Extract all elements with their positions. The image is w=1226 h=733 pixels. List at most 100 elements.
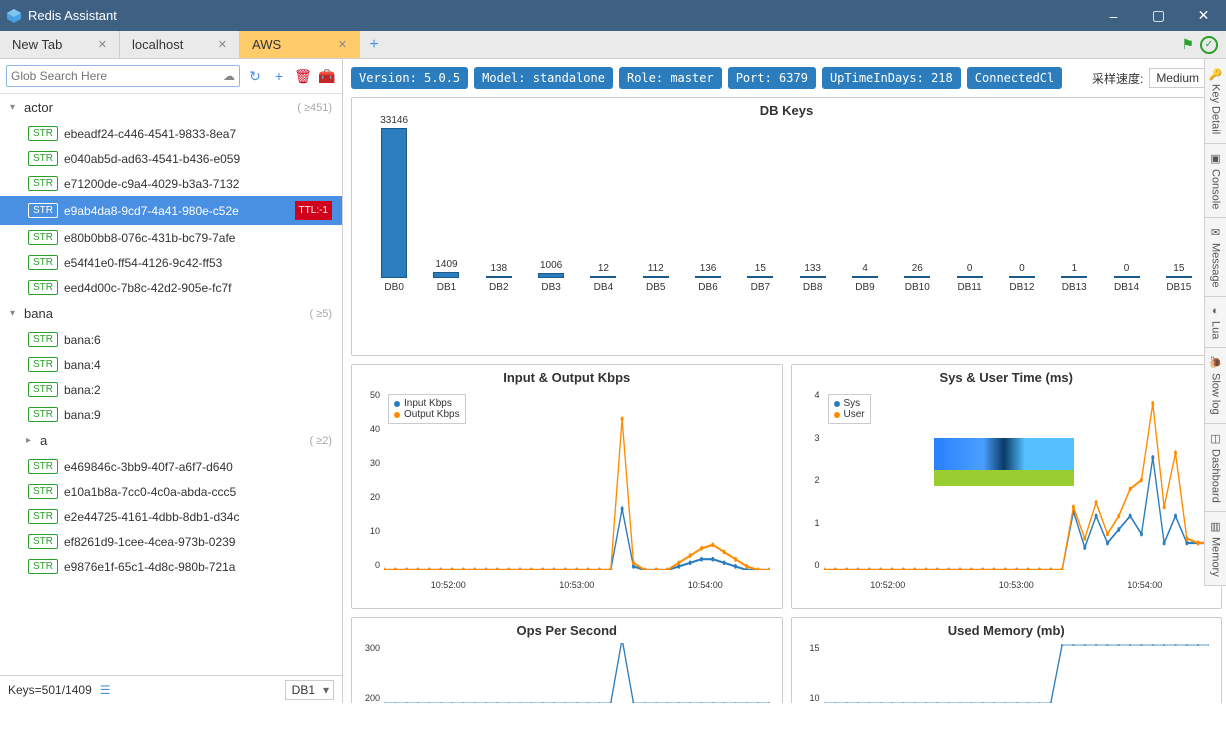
bar-value: 1006 [540,260,562,271]
bar-rect [381,128,407,278]
sidetab-label: Console [1210,169,1222,209]
tab-label: New Tab [12,37,62,52]
bar-label: DB2 [489,282,508,293]
tree-item[interactable]: STRe80b0bb8-076c-431b-bc79-7afe [0,225,342,250]
tab-label: AWS [252,37,281,52]
sidetab-icon: 🐌 [1209,356,1222,369]
tab[interactable]: New Tab ✕ [0,31,120,58]
group-count: ( ≥451) [297,102,332,114]
bar-value: 138 [490,263,507,274]
info-tags: Version: 5.0.5Model: standaloneRole: mas… [351,67,1222,89]
info-tag: Port: 6379 [728,67,816,89]
key-name: ebeadf24-c446-4541-9833-8ea7 [64,127,236,141]
key-tree[interactable]: ▾actor( ≥451)STRebeadf24-c446-4541-9833-… [0,94,342,675]
window-controls: – ▢ ✕ [1091,0,1226,31]
sidetab[interactable]: ✉Message [1205,218,1226,297]
sidetab[interactable]: ◫Dashboard [1205,424,1226,512]
bar-label: DB14 [1114,282,1139,293]
tree-group[interactable]: ▾bana( ≥5) [0,300,342,327]
tree-group[interactable]: ▾actor( ≥451) [0,94,342,121]
bar-column: 26DB10 [893,263,941,293]
cloud-icon[interactable]: ☁ [223,69,235,83]
tree-item[interactable]: STRebeadf24-c446-4541-9833-8ea7 [0,121,342,146]
maximize-button[interactable]: ▢ [1136,0,1181,31]
bar-label: DB1 [437,282,456,293]
sidetab[interactable]: ▣Console [1205,144,1226,218]
bar-column: 12 DB4 [579,263,627,293]
tree-item[interactable]: STRe10a1b8a-7cc0-4c0a-abda-ccc5 [0,479,342,504]
tree-item[interactable]: STRe71200de-c9a4-4029-b3a3-7132 [0,171,342,196]
toolbox-icon[interactable]: 🧰 [318,68,336,85]
title-bar: Redis Assistant – ▢ ✕ [0,0,1226,31]
bar-label: DB13 [1062,282,1087,293]
sidetab-icon: ✉ [1209,226,1222,239]
tree-item[interactable]: STReed4d00c-7b8c-42d2-905e-fc7f [0,275,342,300]
flag-icon[interactable]: ⚑ [1181,36,1194,53]
close-button[interactable]: ✕ [1181,0,1226,31]
tree-item[interactable]: STRbana:6 [0,327,342,352]
bar-label: DB6 [698,282,717,293]
chart-legend: Input KbpsOutput Kbps [388,394,466,424]
info-tag: Version: 5.0.5 [351,67,468,89]
bar-rect [1114,276,1140,278]
tree-item[interactable]: STRe9876e1f-65c1-4d8c-980b-721a [0,554,342,579]
tree-item[interactable]: STRe9ab4da8-9cd7-4a41-980e-c52eTTL:-1 [0,196,342,225]
tree-item[interactable]: STRe2e44725-4161-4dbb-8db1-d34c [0,504,342,529]
sidetab-label: Memory [1210,537,1222,577]
minimize-button[interactable]: – [1091,0,1136,31]
refresh-icon[interactable]: ↻ [246,68,264,85]
bar-value: 15 [1173,263,1184,274]
tree-subgroup[interactable]: ▸a( ≥2) [0,427,342,454]
tree-item[interactable]: STRe469846c-3bb9-40f7-a6f7-d640 [0,454,342,479]
search-input[interactable] [11,69,223,83]
tree-item[interactable]: STRe040ab5d-ad63-4541-b436-e059 [0,146,342,171]
bar-column: 1006DB3 [527,260,575,293]
add-key-icon[interactable]: + [270,68,288,84]
info-tag: ConnectedCl [967,67,1062,89]
db-select[interactable]: DB1 [285,680,334,700]
tab[interactable]: localhost✕ [120,31,240,58]
tab-close-icon[interactable]: ✕ [90,38,107,51]
type-badge: STR [28,203,58,218]
type-badge: STR [28,459,58,474]
dbkeys-chart: DB Keys 33146DB01409DB1138DB21006DB312DB… [351,97,1222,356]
bar-column: 0DB12 [998,263,1046,293]
bar-rect [957,276,983,278]
sample-rate-label: 采样速度: [1092,70,1143,87]
sidetab[interactable]: ◐Lua [1205,297,1226,348]
tab-close-icon[interactable]: ✕ [210,38,227,51]
bar-rect [800,276,826,278]
chart-title: DB Keys [352,98,1221,123]
bar-label: DB4 [594,282,613,293]
key-name: bana:6 [64,333,101,347]
bar-column: 1DB13 [1050,263,1098,293]
sidetab[interactable]: ▥Memory [1205,512,1226,586]
bar-column: 112DB5 [632,263,680,293]
tab[interactable]: AWS ✕ [240,31,360,58]
tree-item[interactable]: STRbana:4 [0,352,342,377]
tree-item[interactable]: STRbana:2 [0,377,342,402]
key-name: e9ab4da8-9cd7-4a41-980e-c52e [64,204,239,218]
type-badge: STR [28,382,58,397]
bar-column: 138 DB2 [475,263,523,293]
side-tabs: 🔑Key Detail▣Console✉Message◐Lua🐌Slow log… [1204,59,1226,586]
sidetab[interactable]: 🐌Slow log [1205,348,1226,424]
tab-close-icon[interactable]: ✕ [330,38,347,51]
bar-value: 12 [598,263,609,274]
list-icon[interactable]: ☰ [100,683,111,697]
delete-icon[interactable]: 🗑 [294,68,312,85]
tree-item[interactable]: STRef8261d9-1cee-4cea-973b-0239 [0,529,342,554]
type-badge: STR [28,534,58,549]
bar-rect [1009,276,1035,278]
bar-column: 0DB14 [1102,263,1150,293]
bar-value: 4 [862,263,868,274]
bar-label: DB10 [905,282,930,293]
tree-item[interactable]: STRbana:9 [0,402,342,427]
info-tag: Model: standalone [474,67,613,89]
group-count: ( ≥5) [309,308,332,320]
chart-legend: SysUser [828,394,871,424]
tree-item[interactable]: STRe54f41e0-ff54-4126-9c42-ff53 [0,250,342,275]
add-tab-button[interactable]: + [360,31,388,58]
sidetab[interactable]: 🔑Key Detail [1205,59,1226,144]
bar-value: 0 [967,263,973,274]
